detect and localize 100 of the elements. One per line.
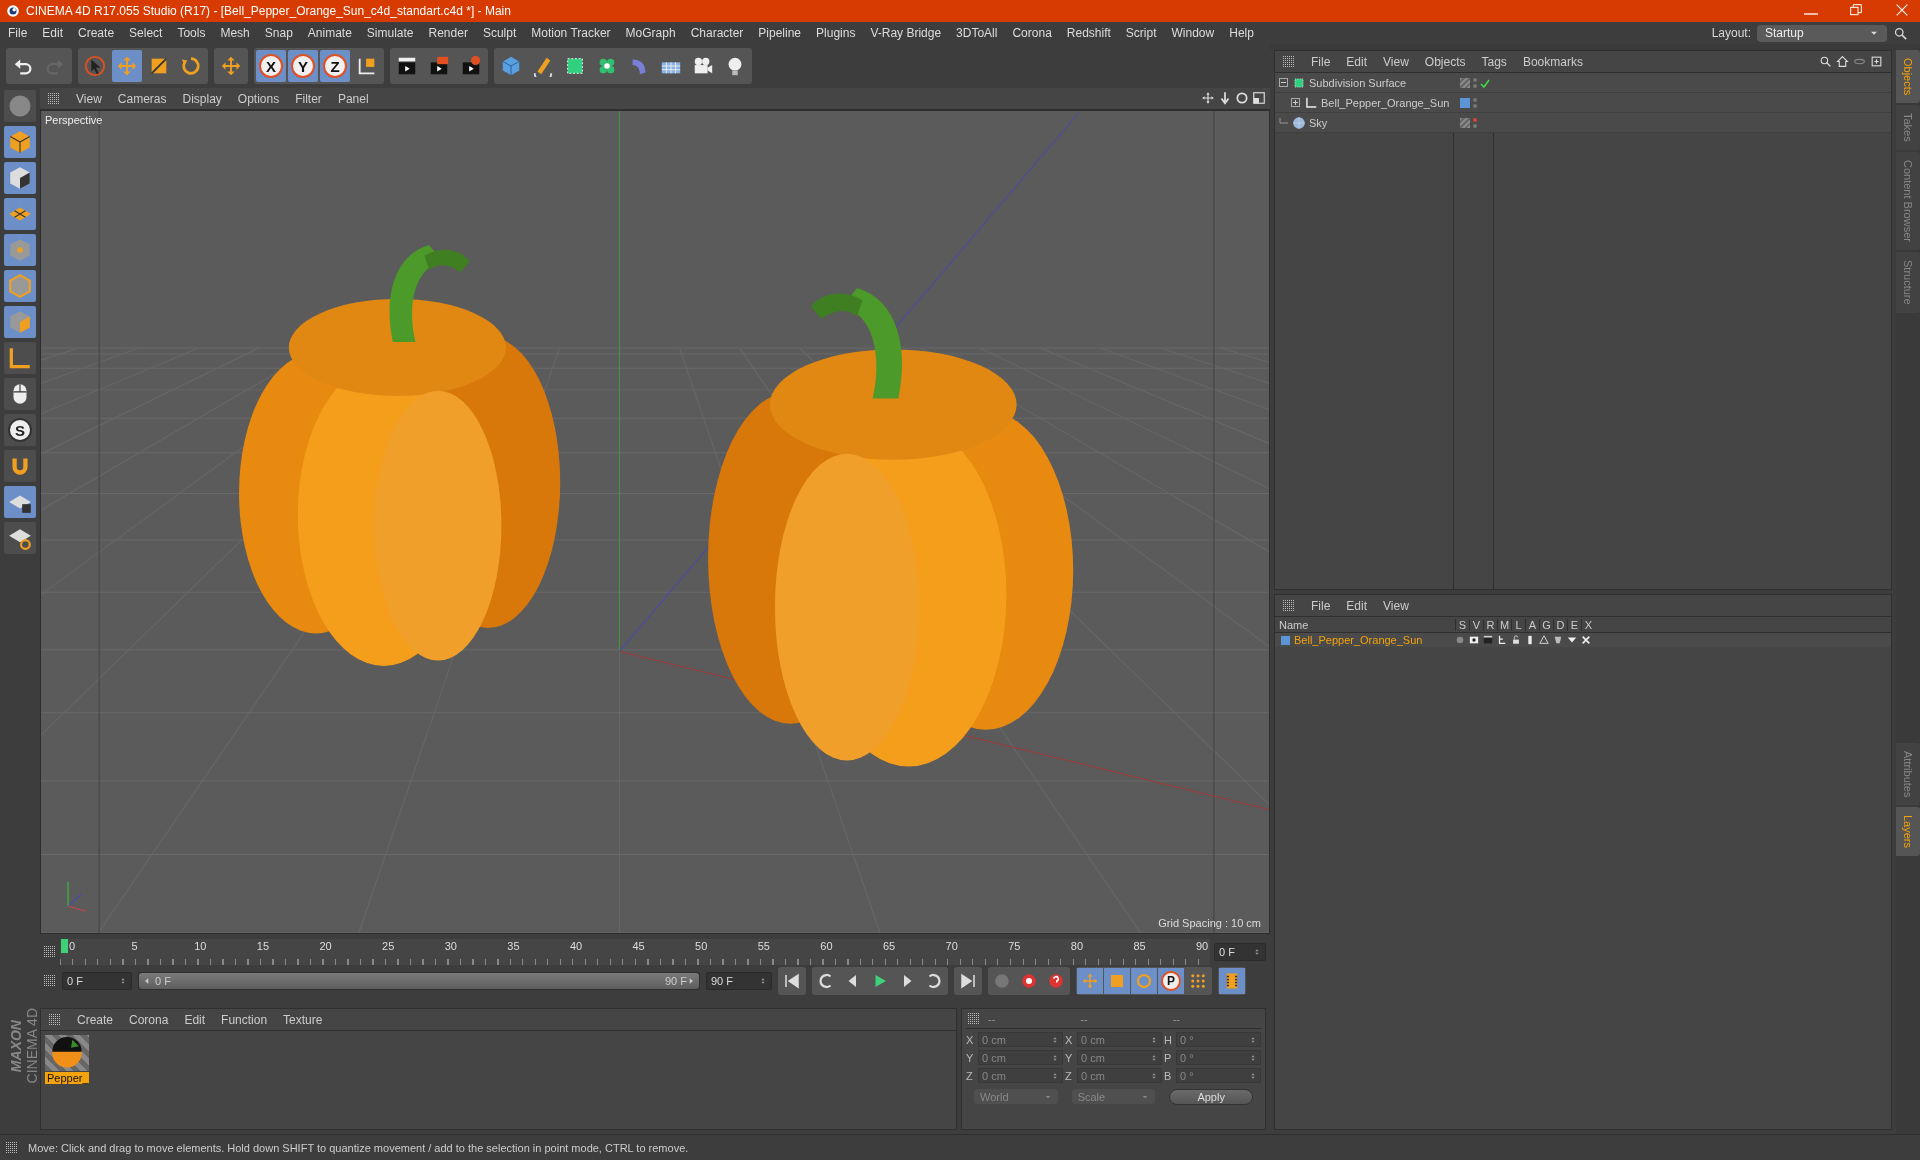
axis-label: Y xyxy=(1065,1051,1074,1064)
menu-item[interactable]: Redshift xyxy=(1066,26,1111,40)
expand-toggle-icon[interactable] xyxy=(1291,98,1301,107)
menu-item[interactable]: Help xyxy=(1229,26,1254,40)
menu-item[interactable]: Mesh xyxy=(220,26,250,40)
menu-item[interactable]: Character xyxy=(690,26,744,40)
column-header[interactable]: L xyxy=(1511,618,1525,631)
column-header[interactable]: S xyxy=(1455,618,1469,631)
menu-item[interactable]: File xyxy=(1311,598,1331,613)
layer-name[interactable]: Bell_Pepper_Orange_Sun xyxy=(1294,634,1423,646)
axis-label: P xyxy=(1164,1051,1173,1064)
menu-item[interactable]: Cameras xyxy=(117,91,167,106)
column-header[interactable]: E xyxy=(1567,618,1581,631)
menu-item[interactable]: Snap xyxy=(264,26,293,40)
frame-range-slider[interactable]: 0 F 90 F xyxy=(138,972,700,990)
axis-lock-button[interactable]: X xyxy=(256,50,286,82)
sky-sphere-icon xyxy=(1292,115,1306,130)
column-header[interactable]: X xyxy=(1581,618,1595,631)
timeline-window-button[interactable] xyxy=(1219,968,1245,994)
menu-item[interactable]: Function xyxy=(221,1012,268,1027)
menu-item[interactable]: 3DToAll xyxy=(956,26,998,40)
menu-item[interactable]: Tags xyxy=(1481,54,1507,69)
menu-item[interactable]: Pipeline xyxy=(758,26,802,40)
menu-item[interactable]: Bookmarks xyxy=(1522,54,1583,69)
menu-item[interactable]: Sculpt xyxy=(482,26,517,40)
menu-item[interactable]: File xyxy=(1311,54,1331,69)
menu-item[interactable]: Edit xyxy=(1346,598,1368,613)
current-frame-field[interactable]: 0 F xyxy=(1214,943,1266,961)
visibility-dots-icon[interactable] xyxy=(1473,97,1477,108)
menu-item[interactable]: View xyxy=(1383,598,1409,613)
padlock-icon xyxy=(1511,635,1521,645)
apply-button[interactable]: Apply xyxy=(1169,1089,1253,1105)
object-name[interactable]: Sky xyxy=(1309,116,1328,129)
tool-button[interactable] xyxy=(4,486,36,518)
column-header[interactable]: R xyxy=(1483,618,1497,631)
menu-item[interactable]: Display xyxy=(182,91,222,106)
visibility-dots-icon[interactable] xyxy=(1473,77,1477,88)
menu-item[interactable]: View xyxy=(76,91,102,106)
tool-button[interactable] xyxy=(4,450,36,482)
tool-button[interactable] xyxy=(4,342,36,374)
menu-item[interactable]: Animate xyxy=(307,26,352,40)
menu-item[interactable]: V-Ray Bridge xyxy=(870,26,942,40)
column-header[interactable]: G xyxy=(1539,618,1553,631)
menu-item[interactable]: Edit xyxy=(1346,54,1368,69)
object-name[interactable]: Subdivision Surface xyxy=(1309,76,1407,89)
menu-item[interactable]: Window xyxy=(1171,26,1215,40)
menu-item[interactable]: Objects xyxy=(1424,54,1466,69)
object-name[interactable]: Bell_Pepper_Orange_Sun xyxy=(1321,96,1450,109)
menu-item[interactable]: View xyxy=(1383,54,1409,69)
tool-button[interactable] xyxy=(4,162,36,194)
axis-label: B xyxy=(1164,1069,1173,1082)
menu-item[interactable]: Motion Tracker xyxy=(531,26,611,40)
menu-item[interactable]: Simulate xyxy=(366,26,414,40)
column-header[interactable]: A xyxy=(1525,618,1539,631)
menu-item[interactable]: Corona xyxy=(129,1012,169,1027)
start-frame-field[interactable]: 0 F xyxy=(62,972,132,990)
menu-item[interactable]: Render xyxy=(428,26,468,40)
menu-item[interactable]: Select xyxy=(129,26,163,40)
column-header[interactable]: V xyxy=(1469,618,1483,631)
menu-item[interactable]: Edit xyxy=(42,26,64,40)
menu-item[interactable]: MoGraph xyxy=(625,26,676,40)
tool-button[interactable] xyxy=(4,522,36,554)
menu-item[interactable]: Plugins xyxy=(816,26,856,40)
key-parameter-button[interactable]: P xyxy=(1158,968,1184,994)
menu-item[interactable]: File xyxy=(8,26,28,40)
menu-item[interactable]: Tools xyxy=(177,26,206,40)
viewport-canvas[interactable]: Perspective Grid Spacing : 10 cm xyxy=(40,110,1270,934)
axis-lock-button[interactable]: Z xyxy=(320,50,350,82)
menu-item[interactable]: Panel xyxy=(337,91,369,106)
visibility-dots-icon[interactable] xyxy=(1473,117,1477,128)
tool-button[interactable] xyxy=(4,378,36,410)
end-frame-field[interactable]: 90 F xyxy=(706,972,772,990)
menu-item[interactable]: Filter xyxy=(295,91,322,106)
layout-dropdown[interactable]: Startup xyxy=(1757,24,1887,42)
tool-button[interactable]: S xyxy=(4,414,36,446)
cube-points-icon xyxy=(7,237,33,263)
menu-item[interactable]: Create xyxy=(77,1012,114,1027)
frame-number: 15 xyxy=(256,939,271,954)
rotation-field[interactable]: 0 ° xyxy=(1176,1068,1261,1083)
column-header[interactable]: D xyxy=(1553,618,1567,631)
side-tab[interactable]: Objects xyxy=(1896,50,1920,104)
side-tab[interactable]: Layers xyxy=(1896,807,1920,857)
collapse-toggle-icon[interactable] xyxy=(1279,78,1289,87)
menu-item[interactable]: Options xyxy=(237,91,280,106)
brand-logo-text: MAXON xyxy=(8,1019,24,1073)
rotation-field[interactable]: 0 ° xyxy=(1176,1032,1261,1047)
rotation-field[interactable]: 0 ° xyxy=(1176,1050,1261,1065)
column-header[interactable]: Name xyxy=(1275,618,1455,631)
menu-item[interactable]: Create xyxy=(78,26,115,40)
timeline-ruler[interactable]: 0 5 10 15 20 25 30 35 40 45 50 55 60 65 70 75 80 85 90 xyxy=(60,939,1210,965)
menu-item[interactable]: Edit xyxy=(184,1012,206,1027)
column-header[interactable]: M xyxy=(1497,618,1511,631)
enabled-check-icon[interactable] xyxy=(1480,77,1490,88)
playhead-marker[interactable] xyxy=(61,939,68,953)
menu-item[interactable]: Corona xyxy=(1012,26,1052,40)
axis-lock-button[interactable]: Y xyxy=(288,50,318,82)
menu-item[interactable]: Script xyxy=(1125,26,1157,40)
spinner-icon xyxy=(119,976,127,986)
cross-arrows-icon xyxy=(220,55,242,77)
menu-item[interactable]: Texture xyxy=(283,1012,323,1027)
